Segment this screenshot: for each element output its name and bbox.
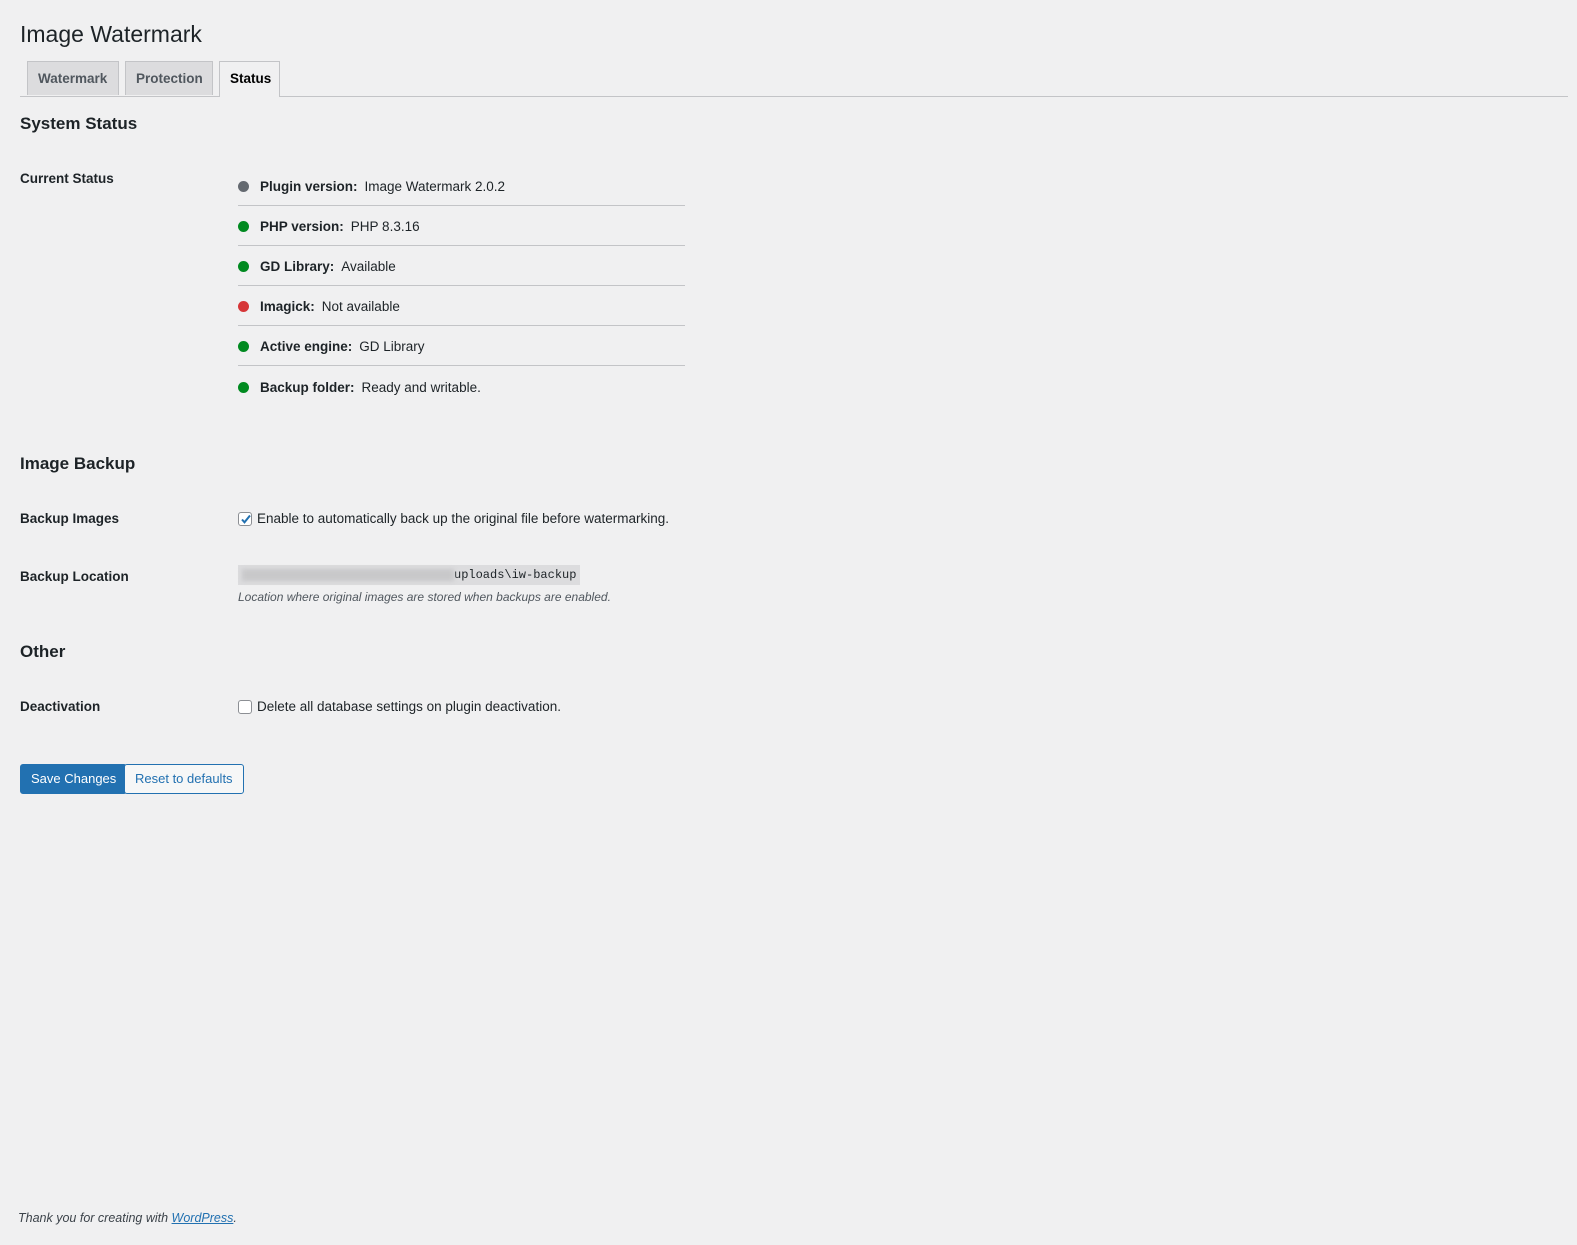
- status-list: Plugin version: Image Watermark 2.0.2 PHP …: [238, 166, 685, 406]
- backup-images-text: Enable to automatically back up the orig…: [257, 511, 669, 526]
- status-value: Not available: [321, 299, 400, 314]
- backup-location-label: Backup Location: [20, 569, 129, 584]
- redacted-path: [242, 568, 454, 581]
- deactivation-checkbox[interactable]: [238, 700, 252, 715]
- status-row: PHP version: PHP 8.3.16: [238, 206, 685, 246]
- footer: Thank you for creating with WordPress.: [18, 1211, 237, 1225]
- status-key: PHP version:: [260, 219, 344, 234]
- status-key: Imagick:: [260, 299, 315, 314]
- status-row: GD Library: Available: [238, 246, 685, 286]
- current-status-label: Current Status: [20, 171, 114, 186]
- footer-suffix: .: [233, 1211, 237, 1225]
- status-dot-icon: [238, 341, 249, 352]
- deactivation-text: Delete all database settings on plugin d…: [257, 699, 561, 714]
- wordpress-link[interactable]: WordPress: [172, 1211, 234, 1225]
- footer-text: Thank you for creating with: [18, 1211, 172, 1225]
- status-row: Active engine: GD Library: [238, 326, 685, 366]
- other-heading: Other: [20, 642, 66, 661]
- page-title: Image Watermark: [20, 21, 202, 47]
- status-value: Available: [341, 259, 396, 274]
- backup-images-checkbox[interactable]: [238, 512, 252, 527]
- status-value: Ready and writable.: [361, 379, 481, 395]
- status-key: Backup folder:: [260, 379, 355, 395]
- system-status-heading: System Status: [20, 114, 138, 133]
- tab-protection[interactable]: Protection: [125, 61, 213, 95]
- backup-images-field: Enable to automatically back up the orig…: [238, 511, 669, 527]
- status-dot-icon: [238, 261, 249, 272]
- status-key: GD Library:: [260, 259, 335, 274]
- status-key: Active engine:: [260, 339, 353, 354]
- status-dot-icon: [238, 301, 249, 312]
- status-row: Backup folder: Ready and writable.: [238, 366, 685, 406]
- status-dot-icon: [238, 381, 249, 393]
- backup-images-label: Backup Images: [20, 511, 120, 526]
- image-backup-heading: Image Backup: [20, 454, 136, 473]
- backup-location-visible: uploads\iw-backup: [454, 568, 577, 582]
- reset-defaults-button[interactable]: Reset to defaults: [124, 764, 244, 794]
- tab-bar: Watermark Protection Status: [20, 61, 1568, 97]
- status-row: Plugin version: Image Watermark 2.0.2: [238, 166, 685, 206]
- tab-status[interactable]: Status: [219, 61, 280, 97]
- save-changes-button[interactable]: Save Changes: [20, 764, 128, 794]
- deactivation-label: Deactivation: [20, 699, 101, 714]
- status-value: GD Library: [359, 339, 425, 354]
- status-row: Imagick: Not available: [238, 286, 685, 326]
- backup-location-description: Location where original images are store…: [238, 590, 611, 604]
- status-key: Plugin version:: [260, 179, 358, 194]
- deactivation-field: Delete all database settings on plugin d…: [238, 699, 561, 715]
- tab-watermark[interactable]: Watermark: [27, 61, 119, 95]
- backup-location-field: uploads\iw-backup Location where origina…: [238, 565, 611, 604]
- status-dot-icon: [238, 221, 249, 232]
- backup-location-path: uploads\iw-backup: [238, 565, 581, 585]
- status-dot-icon: [238, 181, 249, 192]
- checkmark-icon: [241, 515, 251, 525]
- status-value: PHP 8.3.16: [350, 219, 420, 234]
- status-value: Image Watermark 2.0.2: [364, 179, 506, 194]
